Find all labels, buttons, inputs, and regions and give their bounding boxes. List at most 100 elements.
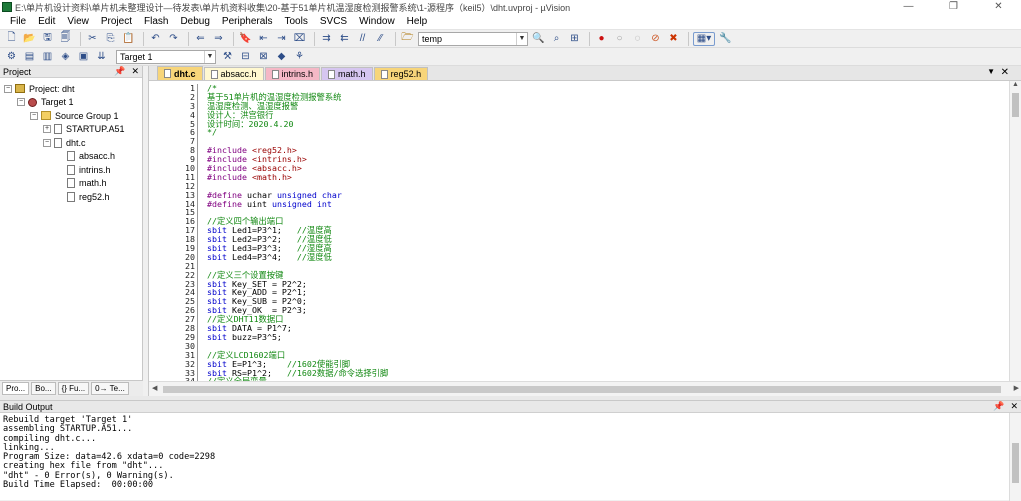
chevron-down-icon[interactable]: ▼ xyxy=(204,50,215,63)
menu-svcs[interactable]: SVCS xyxy=(314,14,353,30)
collapse-icon[interactable]: − xyxy=(30,111,38,120)
scroll-thumb[interactable] xyxy=(1012,443,1019,483)
nav-forward-icon[interactable]: ⇒ xyxy=(211,32,226,46)
configure-icon[interactable]: 🔧 xyxy=(718,32,733,46)
tab-books[interactable]: Bo... xyxy=(31,382,56,395)
uncomment-icon[interactable]: ⁄⁄ xyxy=(373,32,388,46)
scroll-thumb[interactable] xyxy=(1012,93,1019,117)
run-time-env-icon[interactable]: ⚘ xyxy=(292,50,307,64)
menu-help[interactable]: Help xyxy=(401,14,434,30)
build-output-text[interactable]: Rebuild target 'Target 1' assembling STAR… xyxy=(3,415,215,490)
rebuild-icon[interactable]: ▥ xyxy=(40,50,55,64)
close-icon[interactable]: ✕ xyxy=(1010,401,1018,412)
menu-file[interactable]: File xyxy=(4,14,32,30)
comment-icon[interactable]: // xyxy=(355,32,370,46)
close-icon[interactable]: ✕ xyxy=(131,66,139,77)
tree-item[interactable]: intrins.h xyxy=(0,163,142,177)
stop-build-icon[interactable]: ▣ xyxy=(76,50,91,64)
pin-icon[interactable]: 📌 xyxy=(993,401,1004,412)
nav-back-icon[interactable]: ⇐ xyxy=(193,32,208,46)
close-tab-icon[interactable]: ✕ xyxy=(1001,67,1009,78)
close-window-button[interactable]: ✕ xyxy=(976,0,1021,14)
save-icon[interactable]: 🖫 xyxy=(40,32,55,46)
menu-project[interactable]: Project xyxy=(95,14,138,30)
collapse-icon[interactable]: − xyxy=(17,98,25,107)
disable-breakpoints-icon[interactable]: ⊘ xyxy=(648,32,663,46)
incremental-find-icon[interactable]: ⌕ xyxy=(549,32,564,46)
cut-icon[interactable]: ✂ xyxy=(85,32,100,46)
code-editor[interactable]: 1 2 3 4 5 6 7 8 9 10 11 12 13 14 15 16 17 18 19 20 21 22 23 24 2… xyxy=(149,81,1010,381)
scroll-right-icon[interactable]: ▶ xyxy=(1014,384,1019,392)
find-in-files-icon[interactable]: 🗁 xyxy=(400,32,415,46)
scroll-up-icon[interactable]: ▲ xyxy=(1010,81,1021,88)
menu-edit[interactable]: Edit xyxy=(32,14,61,30)
batch-build-icon[interactable]: ◈ xyxy=(58,50,73,64)
code-line[interactable]: sbit Led4=P3^4; //湿度低 xyxy=(207,252,388,262)
copy-icon[interactable]: ⎘ xyxy=(103,32,118,46)
code-line[interactable]: */ xyxy=(207,128,388,137)
editor-vertical-scrollbar[interactable]: ▲ xyxy=(1009,81,1021,381)
indent-icon[interactable]: ⇉ xyxy=(319,32,334,46)
download-icon[interactable]: ⇊ xyxy=(94,50,109,64)
tree-item[interactable]: − dht.c xyxy=(0,136,142,150)
code-text[interactable]: /* 基于51单片机的温湿度检测报警系统 温湿度检测、温湿度报警 设计人：洪宫银行 设计… xyxy=(207,84,388,381)
maximize-button[interactable]: ❐ xyxy=(931,0,976,14)
tree-item[interactable]: absacc.h xyxy=(0,150,142,164)
prev-bookmark-icon[interactable]: ⇤ xyxy=(256,32,271,46)
file-tab[interactable]: math.h xyxy=(321,67,373,80)
tab-list-icon[interactable]: ▼ xyxy=(987,67,995,76)
editor-horizontal-scrollbar[interactable]: ◀ ▶ xyxy=(149,381,1021,396)
tree-item[interactable]: − Target 1 xyxy=(0,96,142,110)
scroll-left-icon[interactable]: ◀ xyxy=(152,384,157,392)
tab-functions[interactable]: {} Fu... xyxy=(57,382,90,395)
kill-breakpoints-icon[interactable]: ✖ xyxy=(666,32,681,46)
menu-flash[interactable]: Flash xyxy=(138,14,174,30)
paste-icon[interactable]: 📋 xyxy=(121,32,136,46)
scroll-thumb[interactable] xyxy=(163,386,1001,393)
browse-icon[interactable]: ⊞ xyxy=(567,32,582,46)
tree-item[interactable]: math.h xyxy=(0,177,142,191)
code-line[interactable]: #include <math.h> xyxy=(207,172,388,182)
window-layout-icon[interactable]: ▦▾ xyxy=(693,31,715,46)
chevron-down-icon[interactable]: ▼ xyxy=(516,32,527,45)
select-pack-icon[interactable]: ◆ xyxy=(274,50,289,64)
menu-view[interactable]: View xyxy=(61,14,95,30)
file-tab[interactable]: absacc.h xyxy=(203,67,264,80)
open-file-icon[interactable]: 📂 xyxy=(22,32,37,46)
find-icon[interactable]: 🔍 xyxy=(531,32,546,46)
next-bookmark-icon[interactable]: ⇥ xyxy=(274,32,289,46)
pin-icon[interactable]: 📌 xyxy=(114,66,125,77)
code-line[interactable]: 设计时间：2020.4.20 xyxy=(207,119,388,129)
collapse-icon[interactable]: − xyxy=(43,138,51,147)
expand-icon[interactable]: + xyxy=(43,125,51,134)
tree-item[interactable]: reg52.h xyxy=(0,190,142,204)
save-all-icon[interactable]: 🗐 xyxy=(58,32,73,46)
tree-item[interactable]: − Project: dht xyxy=(0,82,142,96)
build-output-scrollbar[interactable] xyxy=(1009,413,1021,501)
menu-peripherals[interactable]: Peripherals xyxy=(216,14,279,30)
menu-tools[interactable]: Tools xyxy=(279,14,314,30)
file-tab[interactable]: intrins.h xyxy=(264,67,321,80)
bookmark-icon[interactable]: 🔖 xyxy=(238,32,253,46)
undo-icon[interactable]: ↶ xyxy=(148,32,163,46)
file-tab[interactable]: reg52.h xyxy=(373,67,429,80)
tree-item[interactable]: − Source Group 1 xyxy=(0,109,142,123)
tree-item[interactable]: + STARTUP.A51 xyxy=(0,123,142,137)
minimize-button[interactable]: — xyxy=(886,0,931,14)
clear-bookmarks-icon[interactable]: ⌧ xyxy=(292,32,307,46)
tab-project[interactable]: Pro... xyxy=(2,382,30,395)
build-icon[interactable]: ▤ xyxy=(22,50,37,64)
collapse-icon[interactable]: − xyxy=(4,84,12,93)
menu-debug[interactable]: Debug xyxy=(174,14,215,30)
find-combo[interactable]: temp ▼ xyxy=(418,31,528,46)
code-line[interactable]: #define uint unsigned int xyxy=(207,199,388,209)
target-combo[interactable]: Target 1 ▼ xyxy=(116,49,216,64)
translate-icon[interactable]: ⚙ xyxy=(4,50,19,64)
new-file-icon[interactable]: 🗋 xyxy=(4,32,19,46)
unindent-icon[interactable]: ⇇ xyxy=(337,32,352,46)
debug-start-icon[interactable]: ● xyxy=(594,32,609,46)
file-extensions-icon[interactable]: ⊟ xyxy=(238,50,253,64)
manage-project-icon[interactable]: ⊠ xyxy=(256,50,271,64)
target-options-icon[interactable]: ⚒ xyxy=(220,50,235,64)
insert-breakpoint-icon[interactable]: ○ xyxy=(612,32,627,46)
